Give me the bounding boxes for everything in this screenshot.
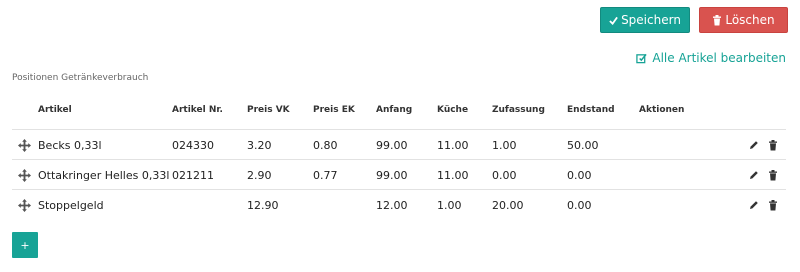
drag-handle-icon[interactable] bbox=[18, 160, 31, 190]
drag-handle-icon[interactable] bbox=[18, 130, 31, 160]
delete-button[interactable]: Löschen bbox=[699, 7, 788, 33]
cell-preis-ek: 0.80 bbox=[313, 138, 338, 152]
trash-icon[interactable] bbox=[768, 130, 778, 160]
trash-icon[interactable] bbox=[768, 160, 778, 190]
pencil-icon[interactable] bbox=[749, 160, 759, 190]
edit-all-label: Alle Artikel bearbeiten bbox=[652, 51, 786, 65]
section-title: Positionen Getränkeverbrauch bbox=[12, 73, 149, 83]
cell-preis-vk: 3.20 bbox=[247, 138, 272, 152]
edit-all-articles-link[interactable]: Alle Artikel bearbeiten bbox=[636, 51, 786, 65]
save-button-label: Speichern bbox=[621, 13, 681, 27]
column-header-preis-vk: Preis VK bbox=[247, 105, 290, 115]
cell-kueche: 1.00 bbox=[437, 198, 462, 212]
cell-anfang: 99.00 bbox=[376, 168, 408, 182]
column-header-preis-ek: Preis EK bbox=[313, 105, 355, 115]
cell-preis-vk: 2.90 bbox=[247, 168, 272, 182]
trash-icon bbox=[712, 14, 722, 26]
column-header-zufassung: Zufassung bbox=[492, 105, 545, 115]
column-header-artikel-nr: Artikel Nr. bbox=[172, 105, 223, 115]
cell-artikel: Ottakringer Helles 0,33l bbox=[38, 168, 170, 182]
trash-icon[interactable] bbox=[768, 190, 778, 220]
cell-zufassung: 0.00 bbox=[492, 168, 517, 182]
cell-preis-vk: 12.90 bbox=[247, 198, 279, 212]
add-row-button[interactable]: + bbox=[12, 232, 38, 258]
table-row: Stoppelgeld 12.90 12.00 1.00 20.00 0.00 bbox=[12, 189, 786, 220]
cell-zufassung: 20.00 bbox=[492, 198, 524, 212]
cell-anfang: 12.00 bbox=[376, 198, 408, 212]
pencil-icon[interactable] bbox=[749, 190, 759, 220]
cell-artikel-nr: 024330 bbox=[172, 138, 214, 152]
cell-artikel: Becks 0,33l bbox=[38, 138, 102, 152]
cell-kueche: 11.00 bbox=[437, 168, 469, 182]
column-header-aktionen: Aktionen bbox=[639, 105, 685, 115]
column-header-artikel: Artikel bbox=[38, 105, 72, 115]
cell-anfang: 99.00 bbox=[376, 138, 408, 152]
delete-button-label: Löschen bbox=[725, 13, 775, 27]
pencil-icon[interactable] bbox=[749, 130, 759, 160]
cell-kueche: 11.00 bbox=[437, 138, 469, 152]
save-button[interactable]: Speichern bbox=[600, 7, 690, 33]
cell-endstand: 0.00 bbox=[567, 198, 592, 212]
cell-endstand: 50.00 bbox=[567, 138, 599, 152]
cell-artikel-nr: 021211 bbox=[172, 168, 214, 182]
check-icon bbox=[609, 16, 618, 25]
table-row: Becks 0,33l 024330 3.20 0.80 99.00 11.00… bbox=[12, 129, 786, 160]
edit-square-icon bbox=[636, 53, 648, 64]
cell-preis-ek: 0.77 bbox=[313, 168, 338, 182]
column-header-kueche: Küche bbox=[437, 105, 469, 115]
table-row: Ottakringer Helles 0,33l 021211 2.90 0.7… bbox=[12, 159, 786, 190]
column-header-endstand: Endstand bbox=[567, 105, 615, 115]
drag-handle-icon[interactable] bbox=[18, 190, 31, 220]
cell-endstand: 0.00 bbox=[567, 168, 592, 182]
column-header-anfang: Anfang bbox=[376, 105, 413, 115]
cell-zufassung: 1.00 bbox=[492, 138, 517, 152]
cell-artikel: Stoppelgeld bbox=[38, 198, 104, 212]
